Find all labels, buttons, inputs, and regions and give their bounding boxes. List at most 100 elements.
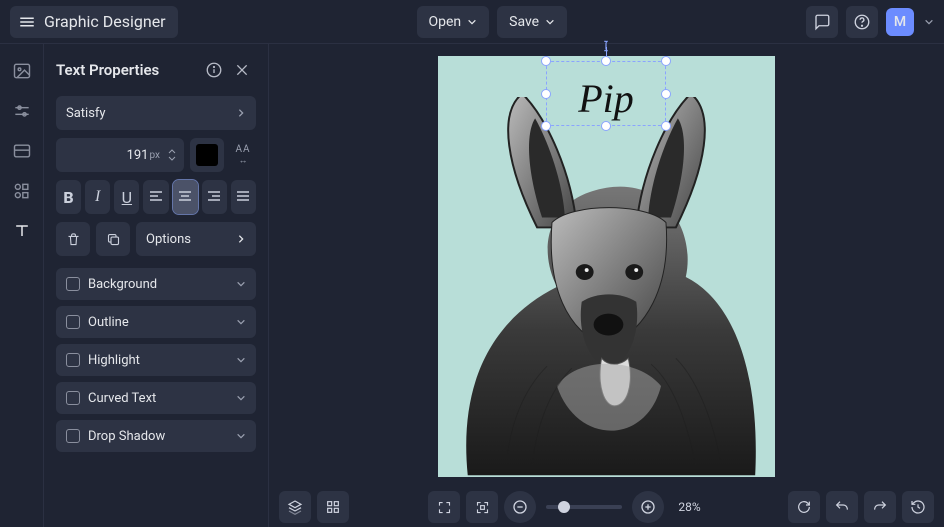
underline-button[interactable]: U — [114, 180, 139, 214]
refresh-button[interactable] — [788, 491, 820, 523]
fullscreen-button[interactable] — [428, 491, 460, 523]
align-left-button[interactable] — [143, 180, 168, 214]
size-increase[interactable] — [166, 147, 178, 155]
layers-button[interactable] — [279, 491, 311, 523]
align-right-button[interactable] — [202, 180, 227, 214]
zoom-in-button[interactable] — [632, 491, 664, 523]
bold-button[interactable]: B — [56, 180, 81, 214]
help-button[interactable] — [846, 6, 878, 38]
chevron-down-icon — [236, 393, 246, 403]
text-icon — [12, 221, 32, 241]
chevron-down-icon — [236, 279, 246, 289]
align-justify-button[interactable] — [231, 180, 256, 214]
options-label: Options — [146, 232, 191, 247]
handle-tl[interactable] — [541, 56, 551, 66]
effect-label: Outline — [88, 315, 129, 330]
effect-label: Background — [88, 277, 157, 292]
layers-icon — [287, 499, 303, 515]
canvas-text[interactable]: Pip — [546, 75, 666, 122]
effect-background[interactable]: Background — [56, 268, 256, 300]
canvas-image[interactable] — [438, 97, 775, 477]
checkbox[interactable] — [66, 277, 80, 291]
shapes-tool[interactable] — [4, 176, 40, 206]
zoom-value[interactable]: 28% — [678, 500, 700, 514]
font-family-value: Satisfy — [66, 106, 106, 121]
menu-icon — [18, 13, 36, 31]
properties-panel: Text Properties Satisfy 191px AA ↔ B I U — [44, 44, 269, 527]
chevron-down-icon — [236, 431, 246, 441]
plus-icon — [640, 499, 656, 515]
image-tool[interactable] — [4, 56, 40, 86]
layout-icon — [12, 141, 32, 161]
handle-tr[interactable] — [661, 56, 671, 66]
chevron-down-icon[interactable] — [924, 17, 934, 27]
canvas-area[interactable]: Pip — [269, 44, 944, 487]
effect-highlight[interactable]: Highlight — [56, 344, 256, 376]
rotate-handle[interactable] — [599, 39, 613, 53]
effect-drop-shadow[interactable]: Drop Shadow — [56, 420, 256, 452]
redo-icon — [872, 499, 888, 515]
effect-label: Drop Shadow — [88, 429, 165, 444]
text-cursor-icon — [599, 39, 613, 53]
fullscreen-icon — [437, 500, 452, 515]
avatar[interactable]: M — [886, 8, 914, 36]
delete-button[interactable] — [56, 222, 90, 256]
app-brand[interactable]: Graphic Designer — [10, 6, 178, 38]
zoom-out-button[interactable] — [504, 491, 536, 523]
text-selection[interactable]: Pip — [546, 61, 666, 126]
handle-br[interactable] — [661, 121, 671, 131]
sliders-icon — [12, 101, 32, 121]
align-center-icon — [178, 191, 192, 203]
zoom-thumb[interactable] — [558, 501, 570, 513]
fit-screen-button[interactable] — [466, 491, 498, 523]
effect-curved-text[interactable]: Curved Text — [56, 382, 256, 414]
align-left-icon — [149, 191, 163, 203]
italic-icon: I — [95, 188, 100, 206]
checkbox[interactable] — [66, 353, 80, 367]
image-icon — [12, 61, 32, 81]
open-button[interactable]: Open — [417, 6, 490, 38]
shapes-icon — [12, 181, 32, 201]
handle-bl[interactable] — [541, 121, 551, 131]
effect-label: Highlight — [88, 353, 140, 368]
duplicate-button[interactable] — [96, 222, 130, 256]
checkbox[interactable] — [66, 315, 80, 329]
zoom-slider[interactable] — [546, 505, 622, 509]
align-center-button[interactable] — [173, 180, 198, 214]
undo-button[interactable] — [826, 491, 858, 523]
artboard[interactable]: Pip — [438, 56, 775, 477]
undo-icon — [834, 499, 850, 515]
handle-bm[interactable] — [601, 121, 611, 131]
save-button[interactable]: Save — [497, 6, 567, 38]
layers-tool[interactable] — [4, 136, 40, 166]
text-color-swatch[interactable] — [190, 138, 224, 172]
chevron-down-icon — [236, 355, 246, 365]
grid-button[interactable] — [317, 491, 349, 523]
text-tool[interactable] — [4, 216, 40, 246]
effect-outline[interactable]: Outline — [56, 306, 256, 338]
comment-icon — [813, 13, 831, 31]
font-size-input[interactable]: 191px — [56, 138, 184, 172]
help-icon — [853, 13, 871, 31]
comment-button[interactable] — [806, 6, 838, 38]
font-family-select[interactable]: Satisfy — [56, 96, 256, 130]
chevron-right-icon — [236, 234, 246, 244]
close-icon — [234, 62, 250, 78]
checkbox[interactable] — [66, 391, 80, 405]
size-decrease[interactable] — [166, 155, 178, 163]
adjust-tool[interactable] — [4, 96, 40, 126]
topbar: Graphic Designer Open Save M — [0, 0, 944, 44]
handle-tm[interactable] — [601, 56, 611, 66]
panel-title: Text Properties — [56, 61, 200, 79]
redo-button[interactable] — [864, 491, 896, 523]
app-title: Graphic Designer — [44, 12, 166, 31]
tool-strip — [0, 44, 44, 527]
chevron-up-icon — [168, 148, 176, 154]
letter-spacing-button[interactable]: AA ↔ — [230, 138, 256, 172]
italic-button[interactable]: I — [85, 180, 110, 214]
options-button[interactable]: Options — [136, 222, 256, 256]
history-button[interactable] — [902, 491, 934, 523]
info-button[interactable] — [200, 56, 228, 84]
checkbox[interactable] — [66, 429, 80, 443]
close-panel-button[interactable] — [228, 56, 256, 84]
